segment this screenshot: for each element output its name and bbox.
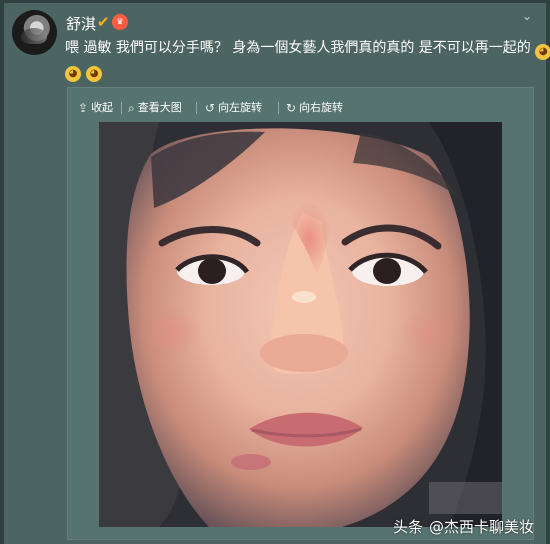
- rotate-left-icon: ↺: [205, 101, 216, 115]
- rotate-right-label: 向右旋转: [299, 101, 344, 114]
- collapse-button[interactable]: ⇪ 收起: [78, 98, 116, 118]
- toolbar-divider: [278, 102, 279, 114]
- image-viewer-box: ⇪ 收起 ⌕ 查看大图 ↺ 向左旋转 ↻ 向右旋转: [67, 87, 534, 540]
- chevron-down-icon[interactable]: ⌄: [522, 9, 532, 23]
- weibo-post-card: 舒淇 ✔ ♛ ⌄ 喂 過敏 我們可以分手嗎？ 身為一個女藝人我們真的真的 是不可…: [4, 3, 550, 544]
- post-text-content: 喂 過敏 我們可以分手嗎？ 身為一個女藝人我們真的真的 是不可以再一起的: [65, 40, 531, 56]
- watermark-platform: 头条: [392, 518, 423, 536]
- emoji-row: ◕ ◕: [65, 59, 125, 82]
- crying-emoji-icon: ◕: [535, 44, 550, 60]
- post-text: 喂 過敏 我們可以分手嗎？ 身為一個女藝人我們真的真的 是不可以再一起的 ◕: [65, 39, 550, 60]
- rotate-left-label: 向左旋转: [218, 101, 263, 114]
- watermark-account: @杰西卡聊美妆: [428, 518, 534, 536]
- watermark: 头条 @杰西卡聊美妆: [393, 518, 534, 536]
- verified-icon: ✔: [97, 13, 110, 31]
- toolbar-divider: [121, 102, 122, 114]
- rotate-right-button[interactable]: ↻ 向右旋转: [286, 98, 354, 118]
- collapse-label: 收起: [91, 101, 114, 114]
- page-background: 舒淇 ✔ ♛ ⌄ 喂 過敏 我們可以分手嗎？ 身為一個女藝人我們真的真的 是不可…: [0, 0, 550, 544]
- view-large-label: 查看大图: [137, 101, 182, 114]
- rotate-right-icon: ↻: [286, 101, 297, 115]
- avatar[interactable]: [12, 10, 57, 55]
- toolbar-divider: [196, 102, 197, 114]
- vip-badge-icon[interactable]: ♛: [112, 14, 128, 30]
- post-username[interactable]: 舒淇: [66, 15, 96, 33]
- upload-icon: ⇪: [78, 101, 89, 115]
- rotate-left-button[interactable]: ↺ 向左旋转: [205, 98, 273, 118]
- crying-emoji-icon: ◕: [65, 66, 81, 82]
- selfie-photo-graphic: [99, 122, 502, 527]
- selfie-photo[interactable]: [99, 122, 502, 527]
- crying-emoji-icon: ◕: [86, 66, 103, 82]
- view-large-button[interactable]: ⌕ 查看大图: [128, 98, 191, 118]
- search-icon: ⌕: [128, 101, 135, 115]
